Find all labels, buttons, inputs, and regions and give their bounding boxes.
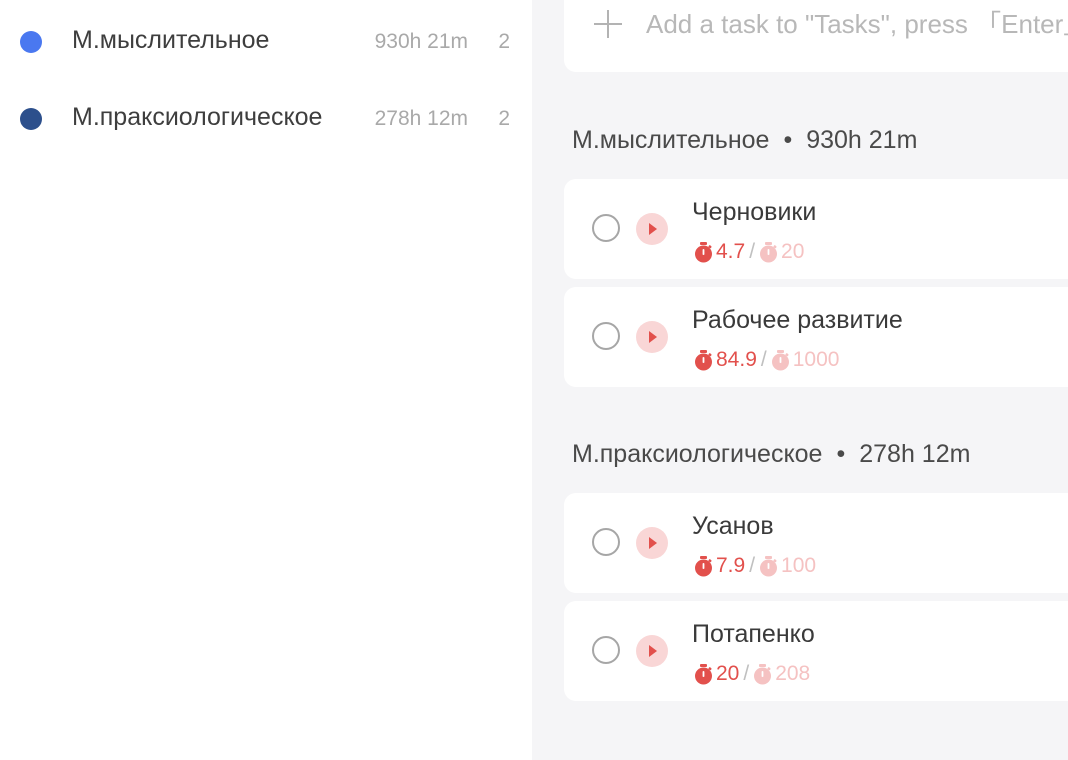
pomodoro-progress: 20 / 208 (694, 660, 810, 688)
group-time: 930h 21m (806, 126, 918, 154)
app-window: М.мыслительное 930h 21m 2 М.праксиологич… (0, 0, 1068, 760)
project-task-count: 2 (498, 107, 510, 130)
sidebar: М.мыслительное 930h 21m 2 М.праксиологич… (0, 0, 532, 760)
task-title: Черновики (692, 198, 817, 226)
pomodoro-slash: / (743, 662, 750, 685)
task-card[interactable]: Черновики 4.7 / 20 (564, 179, 1068, 279)
plus-icon[interactable] (592, 8, 624, 40)
group-separator: • (836, 440, 846, 468)
pomodoros-done: 20 (716, 662, 740, 685)
pomodoro-progress: 7.9 / 100 (694, 552, 816, 580)
task-list-panel: М.мыслительное • 930h 21m Черновики 4.7 / … (532, 0, 1068, 760)
pomodoro-progress: 4.7 / 20 (694, 238, 804, 266)
task-card[interactable]: Потапенко 20 / 208 (564, 601, 1068, 701)
stopwatch-filled-icon (695, 663, 712, 684)
play-icon[interactable] (636, 527, 668, 559)
project-time: 930h 21m (374, 30, 468, 53)
complete-checkbox[interactable] (592, 322, 620, 350)
project-task-count: 2 (498, 30, 510, 53)
group-name: М.мыслительное (572, 126, 770, 154)
pomodoros-estimated: 1000 (792, 348, 840, 371)
pomodoros-estimated: 100 (781, 554, 817, 577)
task-card[interactable]: Рабочее развитие 84.9 / 1000 (564, 287, 1068, 387)
stopwatch-outline-icon (754, 663, 772, 684)
play-icon[interactable] (636, 321, 668, 353)
pomodoro-slash: / (749, 554, 756, 577)
stopwatch-outline-icon (771, 349, 789, 370)
group-name: М.праксиологическое (572, 440, 823, 468)
task-card[interactable]: Усанов 7.9 / 100 (564, 493, 1068, 593)
add-task-input[interactable] (646, 4, 1068, 44)
pomodoros-done: 7.9 (716, 554, 746, 577)
group-header-mental: М.мыслительное • 930h 21m (572, 126, 917, 155)
task-title: Рабочее развитие (692, 306, 903, 334)
pomodoro-slash: / (749, 240, 756, 263)
group-separator: • (783, 126, 793, 154)
stopwatch-outline-icon (760, 241, 778, 262)
complete-checkbox[interactable] (592, 528, 620, 556)
pomodoros-done: 84.9 (716, 348, 757, 371)
stopwatch-filled-icon (695, 241, 712, 262)
project-time: 278h 12m (374, 107, 468, 130)
project-name: М.праксиологическое (72, 103, 323, 131)
add-task-box[interactable] (564, 0, 1068, 72)
sidebar-project-praxeological[interactable]: М.праксиологическое 278h 12m 2 (0, 88, 532, 148)
task-title: Потапенко (692, 620, 815, 648)
pomodoro-slash: / (760, 348, 767, 371)
complete-checkbox[interactable] (592, 214, 620, 242)
pomodoros-done: 4.7 (716, 240, 746, 263)
stopwatch-filled-icon (695, 555, 712, 576)
stopwatch-filled-icon (695, 349, 712, 370)
stopwatch-outline-icon (760, 555, 778, 576)
pomodoros-estimated: 208 (775, 662, 811, 685)
project-color-dot (20, 108, 42, 130)
task-title: Усанов (692, 512, 774, 540)
play-icon[interactable] (636, 635, 668, 667)
play-icon[interactable] (636, 213, 668, 245)
pomodoros-estimated: 20 (781, 240, 805, 263)
project-name: М.мыслительное (72, 26, 270, 54)
project-color-dot (20, 31, 42, 53)
group-header-praxeological: М.праксиологическое • 278h 12m (572, 440, 970, 469)
complete-checkbox[interactable] (592, 636, 620, 664)
pomodoro-progress: 84.9 / 1000 (694, 346, 839, 374)
group-time: 278h 12m (859, 440, 971, 468)
sidebar-project-mental[interactable]: М.мыслительное 930h 21m 2 (0, 11, 532, 71)
